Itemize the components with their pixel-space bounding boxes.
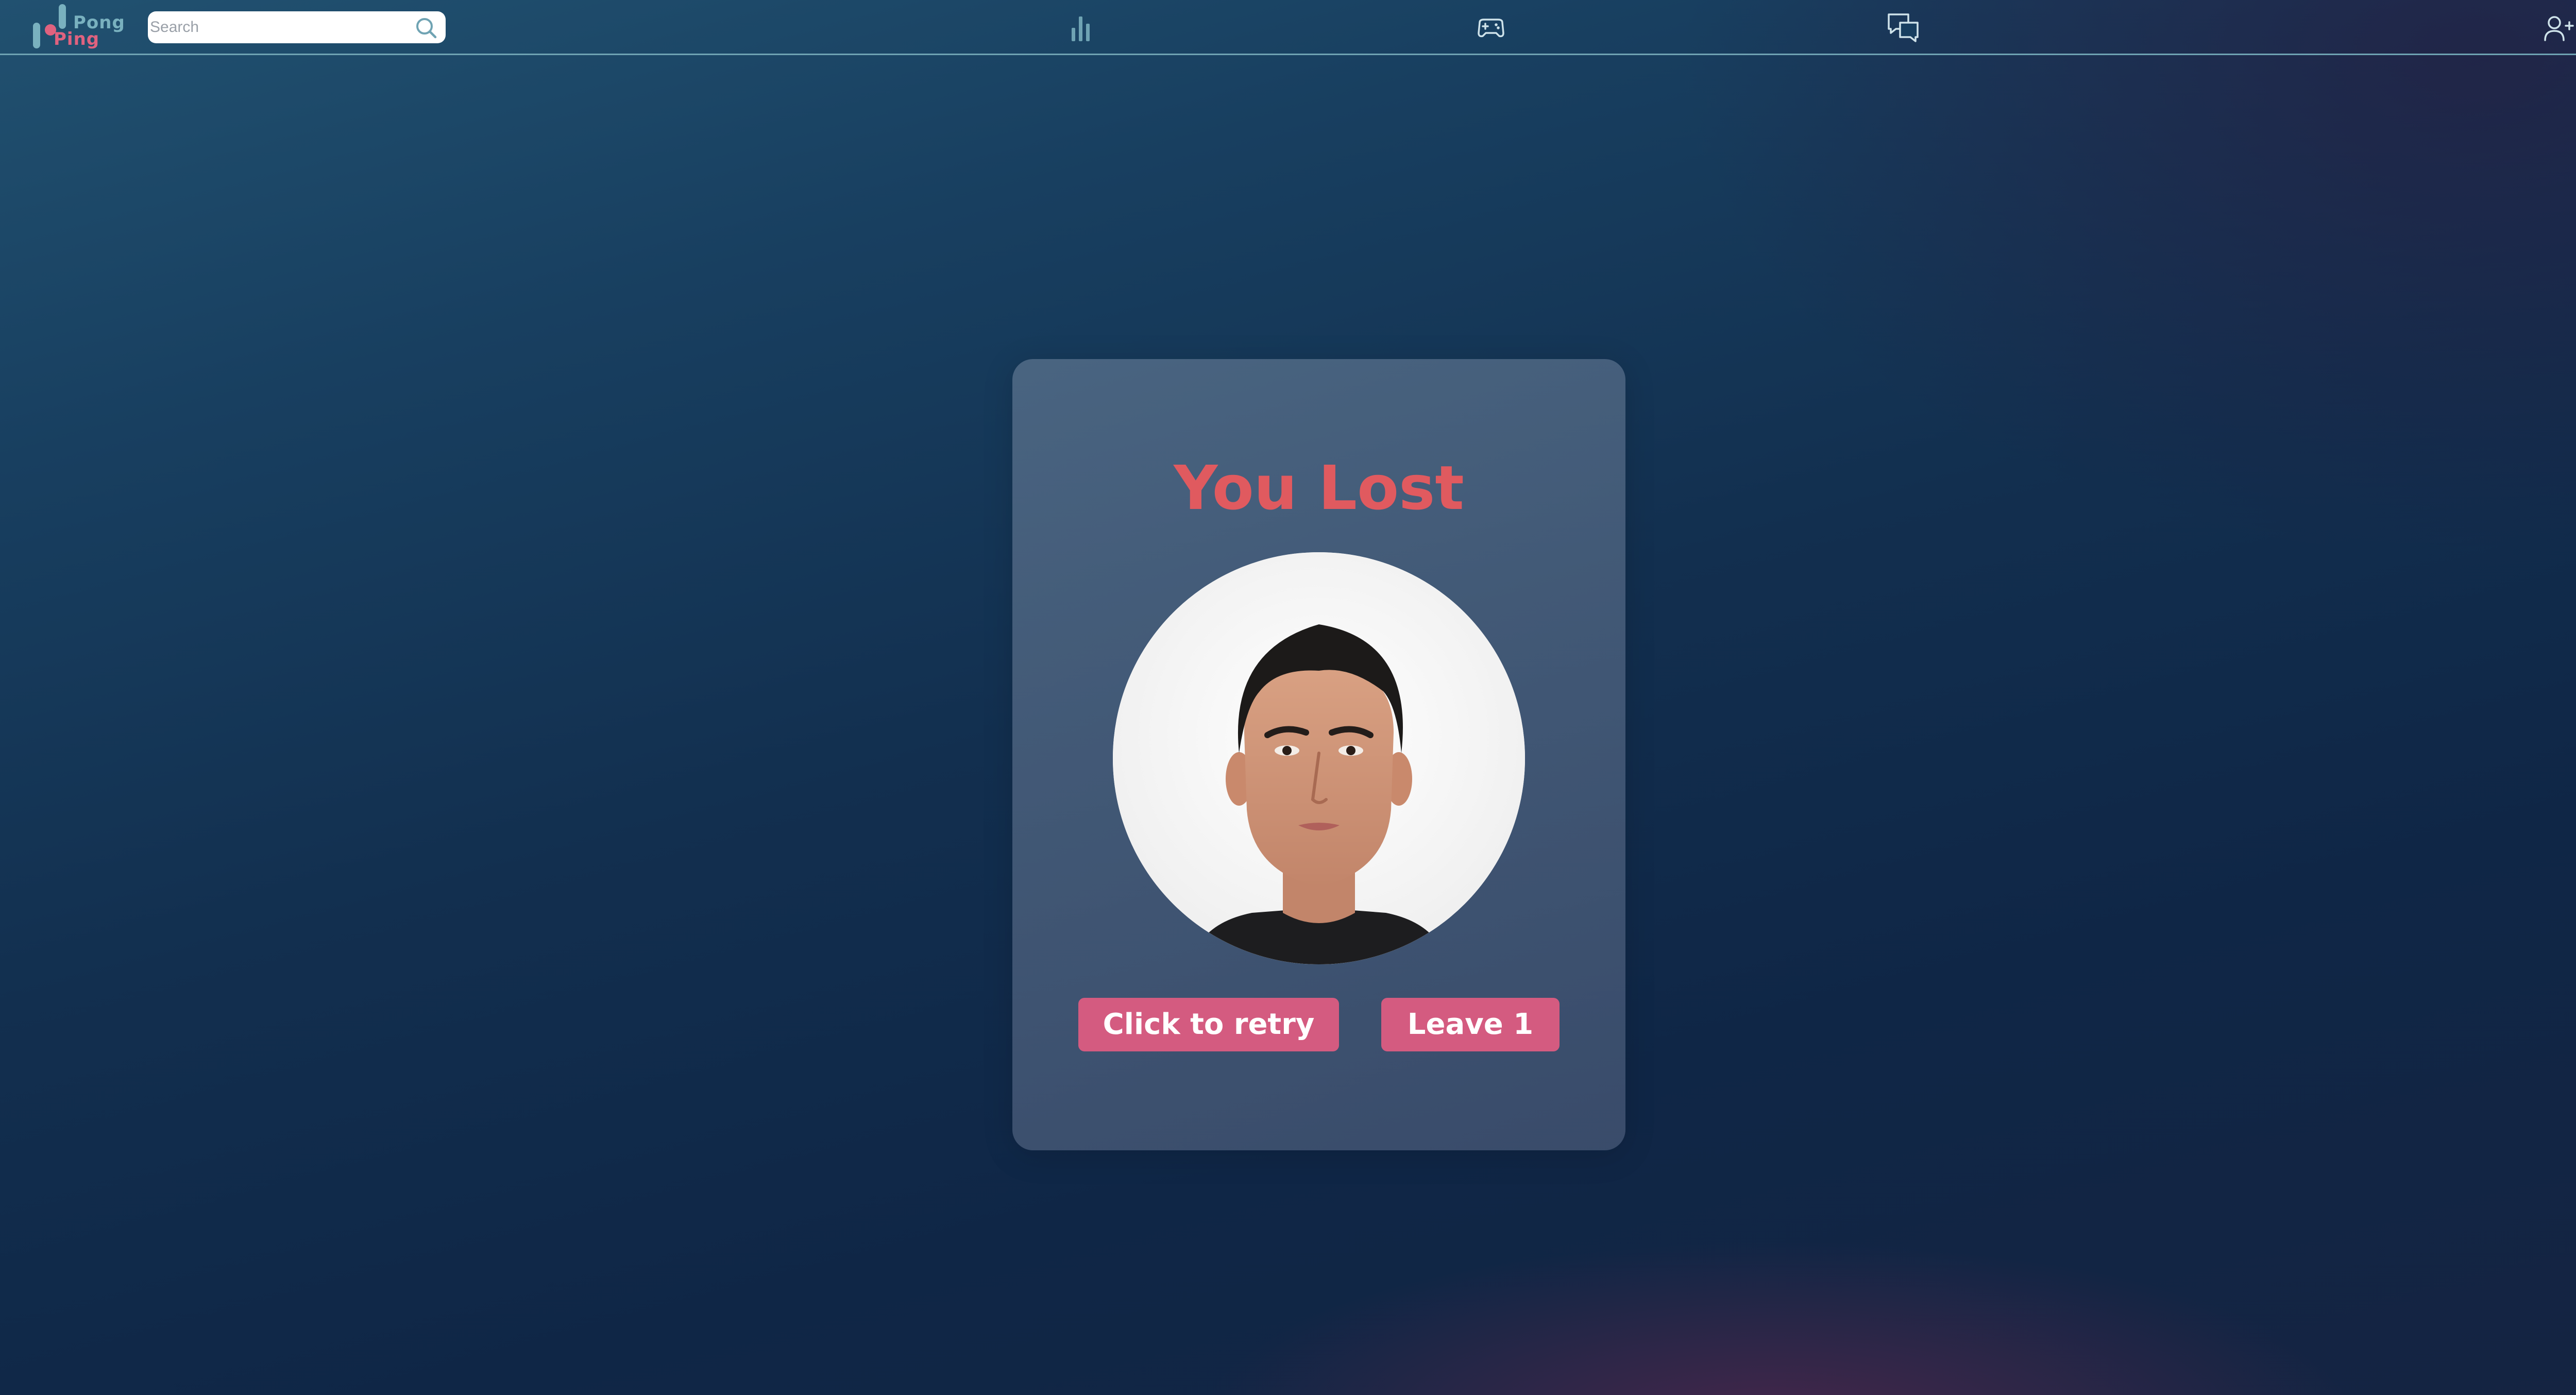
player-avatar: [1113, 552, 1525, 964]
bar-chart-icon[interactable]: [1062, 9, 1099, 46]
leave-button[interactable]: Leave 1: [1381, 998, 1560, 1051]
retry-button[interactable]: Click to retry: [1078, 998, 1339, 1051]
chat-icon[interactable]: [1885, 9, 1922, 46]
app-logo[interactable]: Pong Ping: [30, 2, 128, 53]
add-user-icon[interactable]: [2542, 11, 2575, 44]
game-result-card: You Lost Click to retry Leave 1: [1012, 359, 1625, 1150]
top-navigation-bar: Pong Ping: [0, 0, 2576, 55]
search-input[interactable]: [150, 15, 397, 39]
result-title: You Lost: [1174, 452, 1464, 523]
search-box: [148, 11, 446, 43]
search-icon[interactable]: [414, 15, 438, 40]
player-photo-image: [1113, 552, 1525, 964]
gamepad-icon[interactable]: [1472, 9, 1510, 46]
logo-text-ping: Ping: [54, 29, 100, 49]
